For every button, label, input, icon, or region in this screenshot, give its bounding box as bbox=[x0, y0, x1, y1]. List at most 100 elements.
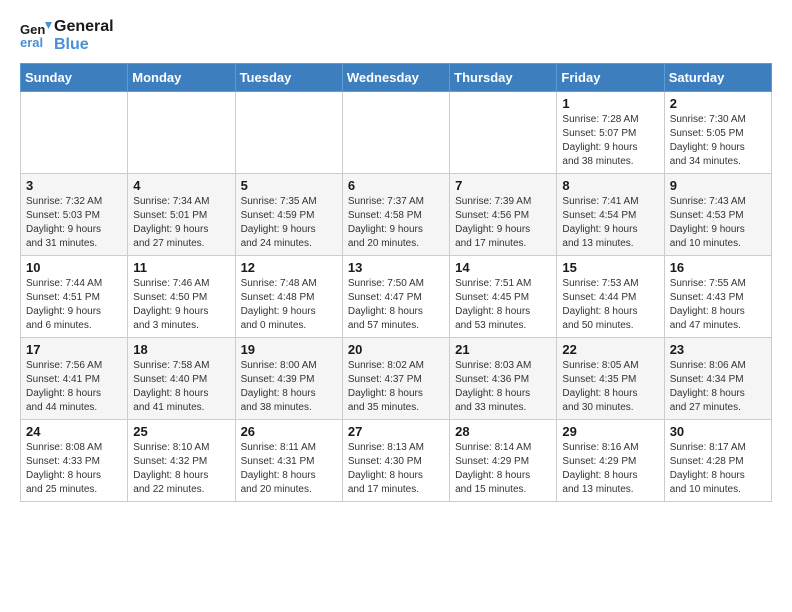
day-number: 26 bbox=[241, 424, 337, 439]
day-number: 18 bbox=[133, 342, 229, 357]
day-info: Sunrise: 7:44 AM Sunset: 4:51 PM Dayligh… bbox=[26, 277, 122, 333]
weekday-header-friday: Friday bbox=[557, 63, 664, 91]
day-info: Sunrise: 7:48 AM Sunset: 4:48 PM Dayligh… bbox=[241, 277, 337, 333]
day-info: Sunrise: 8:05 AM Sunset: 4:35 PM Dayligh… bbox=[562, 359, 658, 415]
day-info: Sunrise: 8:08 AM Sunset: 4:33 PM Dayligh… bbox=[26, 441, 122, 497]
calendar-cell: 6 Sunrise: 7:37 AM Sunset: 4:58 PM Daylig… bbox=[342, 173, 449, 255]
logo-svg: Gen eral bbox=[20, 20, 52, 52]
svg-text:eral: eral bbox=[20, 35, 43, 50]
calendar-cell: 29 Sunrise: 8:16 AM Sunset: 4:29 PM Dayli… bbox=[557, 419, 664, 501]
day-number: 23 bbox=[670, 342, 766, 357]
day-info: Sunrise: 7:58 AM Sunset: 4:40 PM Dayligh… bbox=[133, 359, 229, 415]
calendar-cell: 16 Sunrise: 7:55 AM Sunset: 4:43 PM Dayli… bbox=[664, 255, 771, 337]
day-number: 3 bbox=[26, 178, 122, 193]
day-info: Sunrise: 8:13 AM Sunset: 4:30 PM Dayligh… bbox=[348, 441, 444, 497]
calendar-cell: 28 Sunrise: 8:14 AM Sunset: 4:29 PM Dayli… bbox=[450, 419, 557, 501]
day-info: Sunrise: 8:03 AM Sunset: 4:36 PM Dayligh… bbox=[455, 359, 551, 415]
day-info: Sunrise: 7:34 AM Sunset: 5:01 PM Dayligh… bbox=[133, 195, 229, 251]
day-number: 13 bbox=[348, 260, 444, 275]
calendar-cell: 2 Sunrise: 7:30 AM Sunset: 5:05 PM Daylig… bbox=[664, 91, 771, 173]
calendar-cell: 11Sunrise: 7:46 AM Sunset: 4:50 PM Dayli… bbox=[128, 255, 235, 337]
day-number: 6 bbox=[348, 178, 444, 193]
header: Gen eral General Blue bbox=[0, 0, 792, 63]
day-number: 2 bbox=[670, 96, 766, 111]
day-info: Sunrise: 8:06 AM Sunset: 4:34 PM Dayligh… bbox=[670, 359, 766, 415]
day-number: 8 bbox=[562, 178, 658, 193]
day-number: 22 bbox=[562, 342, 658, 357]
day-number: 4 bbox=[133, 178, 229, 193]
day-number: 9 bbox=[670, 178, 766, 193]
day-number: 28 bbox=[455, 424, 551, 439]
calendar-cell bbox=[21, 91, 128, 173]
weekday-header-monday: Monday bbox=[128, 63, 235, 91]
weekday-header-sunday: Sunday bbox=[21, 63, 128, 91]
day-number: 30 bbox=[670, 424, 766, 439]
calendar-table: SundayMondayTuesdayWednesdayThursdayFrid… bbox=[20, 63, 772, 502]
logo-blue: Blue bbox=[54, 36, 114, 54]
day-number: 10 bbox=[26, 260, 122, 275]
calendar-cell: 21Sunrise: 8:03 AM Sunset: 4:36 PM Dayli… bbox=[450, 337, 557, 419]
calendar-cell: 20 Sunrise: 8:02 AM Sunset: 4:37 PM Dayli… bbox=[342, 337, 449, 419]
day-info: Sunrise: 7:28 AM Sunset: 5:07 PM Dayligh… bbox=[562, 113, 658, 169]
calendar-cell: 30 Sunrise: 8:17 AM Sunset: 4:28 PM Dayli… bbox=[664, 419, 771, 501]
day-info: Sunrise: 8:00 AM Sunset: 4:39 PM Dayligh… bbox=[241, 359, 337, 415]
day-info: Sunrise: 7:55 AM Sunset: 4:43 PM Dayligh… bbox=[670, 277, 766, 333]
day-number: 12 bbox=[241, 260, 337, 275]
calendar-cell: 15 Sunrise: 7:53 AM Sunset: 4:44 PM Dayli… bbox=[557, 255, 664, 337]
calendar-cell: 10 Sunrise: 7:44 AM Sunset: 4:51 PM Dayli… bbox=[21, 255, 128, 337]
day-number: 19 bbox=[241, 342, 337, 357]
day-number: 17 bbox=[26, 342, 122, 357]
calendar-cell: 3 Sunrise: 7:32 AM Sunset: 5:03 PM Daylig… bbox=[21, 173, 128, 255]
calendar-cell: 25 Sunrise: 8:10 AM Sunset: 4:32 PM Dayli… bbox=[128, 419, 235, 501]
calendar-cell: 23 Sunrise: 8:06 AM Sunset: 4:34 PM Dayli… bbox=[664, 337, 771, 419]
calendar-cell: 9 Sunrise: 7:43 AM Sunset: 4:53 PM Daylig… bbox=[664, 173, 771, 255]
calendar-cell: 14 Sunrise: 7:51 AM Sunset: 4:45 PM Dayli… bbox=[450, 255, 557, 337]
calendar-cell: 13Sunrise: 7:50 AM Sunset: 4:47 PM Dayli… bbox=[342, 255, 449, 337]
calendar-cell bbox=[235, 91, 342, 173]
day-number: 27 bbox=[348, 424, 444, 439]
calendar-cell: 4 Sunrise: 7:34 AM Sunset: 5:01 PM Daylig… bbox=[128, 173, 235, 255]
day-info: Sunrise: 7:43 AM Sunset: 4:53 PM Dayligh… bbox=[670, 195, 766, 251]
day-info: Sunrise: 7:32 AM Sunset: 5:03 PM Dayligh… bbox=[26, 195, 122, 251]
calendar-cell: 12 Sunrise: 7:48 AM Sunset: 4:48 PM Dayli… bbox=[235, 255, 342, 337]
day-info: Sunrise: 7:51 AM Sunset: 4:45 PM Dayligh… bbox=[455, 277, 551, 333]
day-info: Sunrise: 7:30 AM Sunset: 5:05 PM Dayligh… bbox=[670, 113, 766, 169]
calendar-cell: 7Sunrise: 7:39 AM Sunset: 4:56 PM Daylig… bbox=[450, 173, 557, 255]
day-number: 20 bbox=[348, 342, 444, 357]
day-info: Sunrise: 7:53 AM Sunset: 4:44 PM Dayligh… bbox=[562, 277, 658, 333]
day-number: 25 bbox=[133, 424, 229, 439]
weekday-header-tuesday: Tuesday bbox=[235, 63, 342, 91]
day-number: 29 bbox=[562, 424, 658, 439]
day-info: Sunrise: 8:16 AM Sunset: 4:29 PM Dayligh… bbox=[562, 441, 658, 497]
day-info: Sunrise: 8:17 AM Sunset: 4:28 PM Dayligh… bbox=[670, 441, 766, 497]
day-info: Sunrise: 7:37 AM Sunset: 4:58 PM Dayligh… bbox=[348, 195, 444, 251]
calendar-cell: 18 Sunrise: 7:58 AM Sunset: 4:40 PM Dayli… bbox=[128, 337, 235, 419]
calendar-cell: 19 Sunrise: 8:00 AM Sunset: 4:39 PM Dayli… bbox=[235, 337, 342, 419]
day-number: 7 bbox=[455, 178, 551, 193]
calendar-cell: 1Sunrise: 7:28 AM Sunset: 5:07 PM Daylig… bbox=[557, 91, 664, 173]
day-info: Sunrise: 8:02 AM Sunset: 4:37 PM Dayligh… bbox=[348, 359, 444, 415]
weekday-header-saturday: Saturday bbox=[664, 63, 771, 91]
weekday-header-wednesday: Wednesday bbox=[342, 63, 449, 91]
day-info: Sunrise: 8:11 AM Sunset: 4:31 PM Dayligh… bbox=[241, 441, 337, 497]
day-info: Sunrise: 7:41 AM Sunset: 4:54 PM Dayligh… bbox=[562, 195, 658, 251]
day-number: 5 bbox=[241, 178, 337, 193]
calendar-cell: 24 Sunrise: 8:08 AM Sunset: 4:33 PM Dayli… bbox=[21, 419, 128, 501]
calendar-cell: 8 Sunrise: 7:41 AM Sunset: 4:54 PM Daylig… bbox=[557, 173, 664, 255]
day-number: 24 bbox=[26, 424, 122, 439]
calendar-cell bbox=[128, 91, 235, 173]
day-info: Sunrise: 7:35 AM Sunset: 4:59 PM Dayligh… bbox=[241, 195, 337, 251]
day-info: Sunrise: 7:56 AM Sunset: 4:41 PM Dayligh… bbox=[26, 359, 122, 415]
calendar-cell: 22 Sunrise: 8:05 AM Sunset: 4:35 PM Dayli… bbox=[557, 337, 664, 419]
day-info: Sunrise: 8:14 AM Sunset: 4:29 PM Dayligh… bbox=[455, 441, 551, 497]
calendar-cell: 26 Sunrise: 8:11 AM Sunset: 4:31 PM Dayli… bbox=[235, 419, 342, 501]
day-info: Sunrise: 8:10 AM Sunset: 4:32 PM Dayligh… bbox=[133, 441, 229, 497]
day-number: 11 bbox=[133, 260, 229, 275]
logo-general: General bbox=[54, 18, 114, 36]
calendar-cell: 17 Sunrise: 7:56 AM Sunset: 4:41 PM Dayli… bbox=[21, 337, 128, 419]
weekday-header-thursday: Thursday bbox=[450, 63, 557, 91]
day-number: 14 bbox=[455, 260, 551, 275]
day-number: 15 bbox=[562, 260, 658, 275]
calendar-wrapper: SundayMondayTuesdayWednesdayThursdayFrid… bbox=[0, 63, 792, 512]
day-number: 16 bbox=[670, 260, 766, 275]
